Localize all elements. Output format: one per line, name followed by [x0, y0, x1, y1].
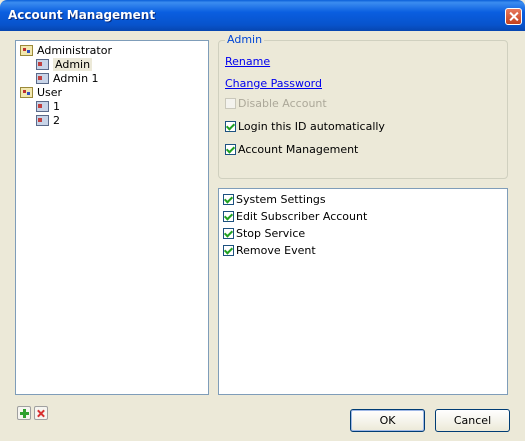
user-icon	[36, 73, 49, 84]
tree-group-user[interactable]: User	[20, 86, 62, 100]
change-password-link[interactable]: Change Password	[225, 77, 322, 90]
user-icon	[36, 115, 49, 126]
permission-remove-event[interactable]: Remove Event	[223, 244, 316, 258]
tree-item-label: 1	[53, 100, 60, 113]
tree-item-admin-1[interactable]: Admin 1	[36, 72, 99, 86]
checkbox-label: Login this ID automatically	[238, 120, 385, 133]
checkbox-label: Disable Account	[238, 97, 327, 110]
group-legend: Admin	[225, 33, 265, 46]
permission-system-settings[interactable]: System Settings	[223, 193, 326, 207]
checkbox-icon	[223, 194, 234, 205]
permission-stop-service[interactable]: Stop Service	[223, 227, 305, 241]
tree-item-label: 2	[53, 114, 60, 127]
checkbox-icon	[223, 211, 234, 222]
permission-label: Remove Event	[236, 244, 316, 257]
tree-group-label: User	[37, 86, 63, 99]
tree-group-label: Administrator	[37, 44, 112, 57]
tree-item-admin[interactable]: Admin	[36, 58, 93, 72]
permission-label: Edit Subscriber Account	[236, 210, 368, 223]
tree-item-1[interactable]: 1	[36, 100, 60, 114]
account-management-checkbox[interactable]: Account Management	[225, 143, 358, 157]
rename-link[interactable]: Rename	[225, 55, 270, 68]
dialog-body: Administrator Admin Admin 1 User 1 2 Adm…	[3, 31, 522, 438]
title-bar[interactable]: Account Management	[0, 0, 525, 31]
disable-account-checkbox[interactable]: Disable Account	[225, 97, 327, 111]
group-icon	[20, 87, 33, 98]
window-title: Account Management	[8, 8, 156, 22]
login-auto-checkbox[interactable]: Login this ID automatically	[225, 120, 385, 134]
checkbox-icon	[223, 228, 234, 239]
permission-label: System Settings	[236, 193, 326, 206]
permission-label: Stop Service	[236, 227, 306, 240]
tree-item-label: Admin 1	[53, 72, 99, 85]
tree-item-2[interactable]: 2	[36, 114, 60, 128]
permissions-list: System Settings Edit Subscriber Account …	[218, 188, 508, 395]
tree-group-administrator[interactable]: Administrator	[20, 44, 112, 58]
account-tree[interactable]: Administrator Admin Admin 1 User 1 2	[15, 40, 209, 395]
user-icon	[36, 101, 49, 112]
checkbox-icon	[225, 144, 236, 155]
checkbox-icon	[223, 245, 234, 256]
cancel-button[interactable]: Cancel	[435, 409, 510, 432]
checkbox-icon	[225, 121, 236, 132]
add-icon[interactable]	[17, 406, 31, 420]
delete-icon[interactable]	[34, 406, 48, 420]
permission-edit-subscriber-account[interactable]: Edit Subscriber Account	[223, 210, 367, 224]
checkbox-icon	[225, 98, 236, 109]
tree-item-label: Admin	[53, 58, 93, 71]
close-icon[interactable]	[505, 8, 522, 25]
checkbox-label: Account Management	[238, 143, 359, 156]
user-icon	[36, 59, 49, 70]
group-icon	[20, 45, 33, 56]
account-management-window: Account Management Administrator Admin A…	[0, 0, 525, 441]
ok-button[interactable]: OK	[350, 409, 425, 432]
